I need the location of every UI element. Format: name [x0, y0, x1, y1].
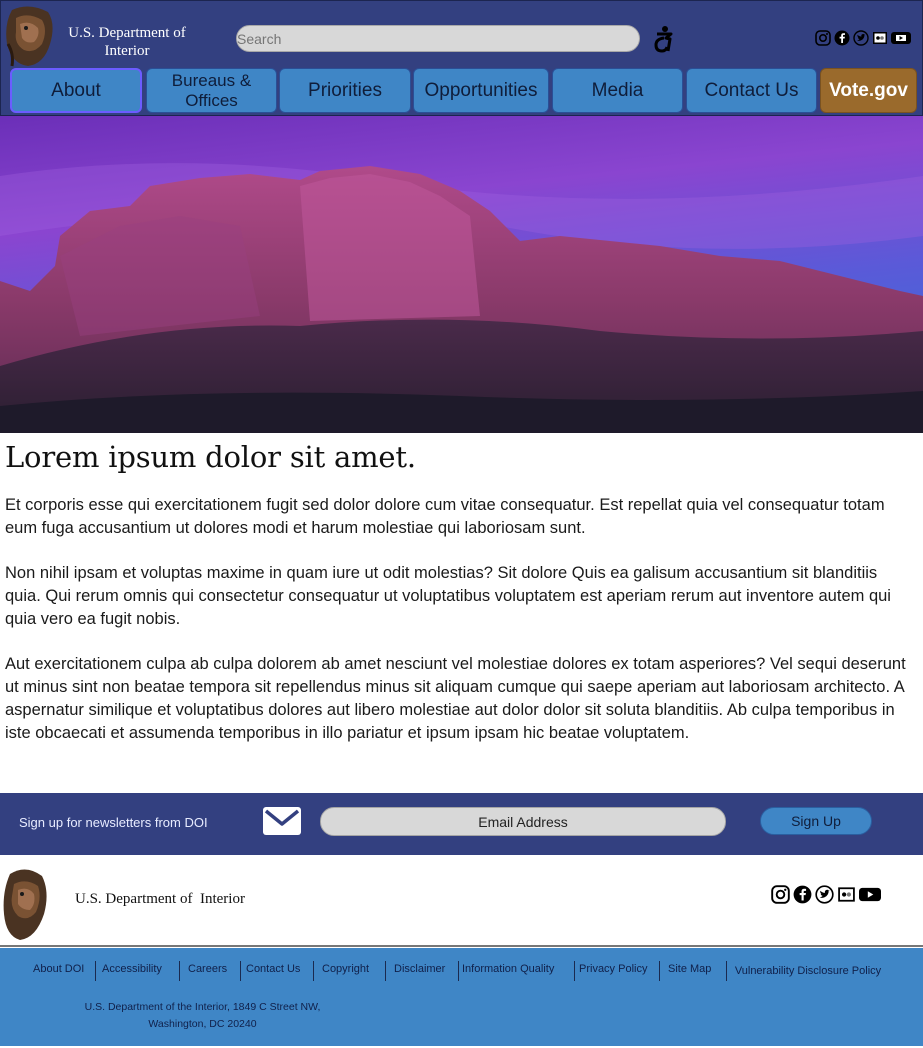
footer-link-about-doi[interactable]: About DOI	[33, 963, 84, 975]
page-headline: Lorem ipsum dolor sit amet.	[5, 440, 416, 474]
email-input[interactable]	[320, 807, 726, 836]
accessibility-icon[interactable]	[652, 25, 676, 53]
link-divider	[659, 961, 660, 981]
search-input[interactable]	[236, 25, 640, 52]
link-divider	[726, 961, 727, 981]
link-divider	[385, 961, 386, 981]
nav-opportunities[interactable]: Opportunities	[413, 68, 549, 113]
footer-link-information-quality[interactable]: Information Quality	[462, 963, 554, 975]
nav-contact-us[interactable]: Contact Us	[686, 68, 817, 113]
link-divider	[313, 961, 314, 981]
facebook-icon[interactable]	[834, 30, 850, 46]
facebook-icon[interactable]	[793, 885, 812, 904]
body-paragraph-2: Non nihil ipsam et voluptas maxime in qu…	[5, 564, 891, 628]
body-paragraph-1: Et corporis esse qui exercitationem fugi…	[5, 496, 885, 537]
youtube-icon[interactable]	[891, 30, 911, 46]
footer-link-vulnerability-disclosure[interactable]: Vulnerability Disclosure Policy	[733, 963, 883, 980]
flickr-icon[interactable]	[872, 30, 888, 46]
footer-link-careers[interactable]: Careers	[188, 963, 227, 975]
newsletter-label: Sign up for newsletters from DOI	[19, 815, 208, 830]
main-navigation: About Bureaus & Offices Priorities Oppor…	[0, 68, 923, 114]
link-divider	[179, 961, 180, 981]
youtube-icon[interactable]	[859, 885, 881, 904]
nav-priorities[interactable]: Priorities	[279, 68, 411, 113]
footer-link-accessibility[interactable]: Accessibility	[102, 963, 162, 975]
main-content: Lorem ipsum dolor sit amet. Et corporis …	[5, 440, 917, 745]
site-title[interactable]: U.S. Department of Interior	[52, 24, 202, 60]
address-line-2: Washington, DC 20240	[148, 1018, 257, 1030]
twitter-icon[interactable]	[815, 885, 834, 904]
nav-vote-gov[interactable]: Vote.gov	[820, 68, 917, 113]
footer-link-privacy-policy[interactable]: Privacy Policy	[579, 963, 647, 975]
body-paragraph-3: Aut exercitationem culpa ab culpa dolore…	[5, 655, 906, 742]
hero-image	[0, 116, 923, 433]
header-social-links	[815, 30, 911, 46]
footer-title: U.S. Department of Interior	[75, 891, 245, 907]
link-divider	[574, 961, 575, 981]
link-divider	[458, 961, 459, 981]
footer-link-site-map[interactable]: Site Map	[668, 963, 711, 975]
doi-seal-logo[interactable]	[4, 4, 54, 68]
footer-address: U.S. Department of the Interior, 1849 C …	[60, 999, 345, 1033]
flickr-icon[interactable]	[837, 885, 856, 904]
footer-link-contact-us[interactable]: Contact Us	[246, 963, 300, 975]
link-divider	[240, 961, 241, 981]
address-line-1: U.S. Department of the Interior, 1849 C …	[84, 1001, 321, 1013]
nav-media[interactable]: Media	[552, 68, 683, 113]
footer-link-copyright[interactable]: Copyright	[322, 963, 369, 975]
instagram-icon[interactable]	[815, 30, 831, 46]
nav-bureaus-offices[interactable]: Bureaus & Offices	[146, 68, 277, 113]
twitter-icon[interactable]	[853, 30, 869, 46]
nav-about[interactable]: About	[10, 68, 142, 113]
footer-social-links	[771, 885, 881, 904]
sign-up-button[interactable]: Sign Up	[760, 807, 872, 835]
mail-icon	[263, 807, 301, 835]
instagram-icon[interactable]	[771, 885, 790, 904]
footer-link-disclaimer[interactable]: Disclaimer	[394, 963, 445, 975]
footer-seal-logo[interactable]	[2, 866, 48, 942]
link-divider	[95, 961, 96, 981]
